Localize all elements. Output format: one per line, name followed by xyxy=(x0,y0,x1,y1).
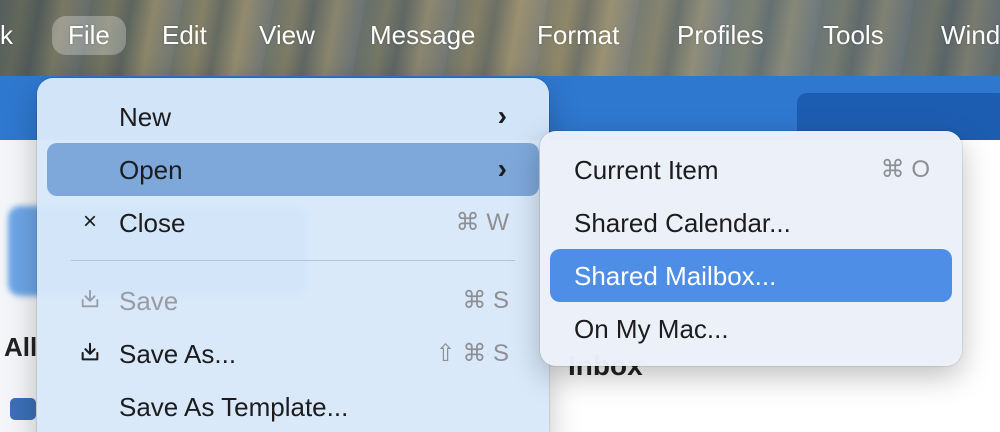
menubar-view[interactable]: View xyxy=(259,20,315,51)
shortcut-label: ⌘ S xyxy=(462,287,509,314)
file-menu: New › Open › × Close ⌘ W Save ⌘ S Save A… xyxy=(37,78,549,432)
menu-item-label: Shared Mailbox... xyxy=(574,261,777,291)
shortcut-label: ⌘ W xyxy=(455,209,509,236)
menubar-window[interactable]: Wind xyxy=(941,20,1000,51)
menubar-message[interactable]: Message xyxy=(370,20,476,51)
menu-item-label: Save As Template... xyxy=(119,392,349,422)
menu-item-label: Save As... xyxy=(119,339,237,369)
screen: k File Edit View Message Format Profiles… xyxy=(0,0,1000,432)
menu-item-label: On My Mac... xyxy=(574,314,729,344)
close-icon: × xyxy=(82,208,97,235)
save-as-icon xyxy=(75,339,105,370)
menu-item-open[interactable]: Open › xyxy=(47,143,539,196)
menu-item-label: Shared Calendar... xyxy=(574,208,791,238)
open-submenu: Current Item ⌘ O Shared Calendar... Shar… xyxy=(540,131,962,366)
menu-item-save[interactable]: Save ⌘ S xyxy=(47,274,539,327)
menubar-edit[interactable]: Edit xyxy=(162,20,207,51)
menu-item-save-as[interactable]: Save As... ⇧ ⌘ S xyxy=(47,327,539,380)
menubar-app-name[interactable]: k xyxy=(0,20,13,51)
shortcut-label: ⌘ O xyxy=(880,156,930,183)
menu-item-new[interactable]: New › xyxy=(47,90,539,143)
menu-item-close[interactable]: × Close ⌘ W xyxy=(47,196,539,249)
shortcut-label: ⇧ ⌘ S xyxy=(435,340,509,367)
menu-item-save-as-template[interactable]: Save As Template... xyxy=(47,380,539,432)
menubar-file[interactable]: File xyxy=(52,16,126,55)
menu-item-label: Open xyxy=(119,155,183,185)
inbox-icon xyxy=(10,398,36,420)
menu-item-label: Save xyxy=(119,286,179,316)
submenu-item-shared-mailbox[interactable]: Shared Mailbox... xyxy=(550,249,952,302)
submenu-item-current-item[interactable]: Current Item ⌘ O xyxy=(550,143,952,196)
menu-item-label: Current Item xyxy=(574,155,719,185)
save-icon xyxy=(75,286,105,317)
chevron-right-icon: › xyxy=(497,153,507,184)
mailbox-heading: All xyxy=(4,332,38,362)
menubar-format[interactable]: Format xyxy=(537,20,619,51)
submenu-item-on-my-mac[interactable]: On My Mac... xyxy=(550,302,952,355)
menubar-tools[interactable]: Tools xyxy=(823,20,884,51)
menu-item-label: Close xyxy=(119,208,186,238)
menu-item-label: New xyxy=(119,102,172,132)
chevron-right-icon: › xyxy=(497,100,507,131)
submenu-item-shared-calendar[interactable]: Shared Calendar... xyxy=(550,196,952,249)
menu-bar: k File Edit View Message Format Profiles… xyxy=(0,0,1000,76)
menu-separator xyxy=(71,260,515,261)
menubar-profiles[interactable]: Profiles xyxy=(677,20,764,51)
